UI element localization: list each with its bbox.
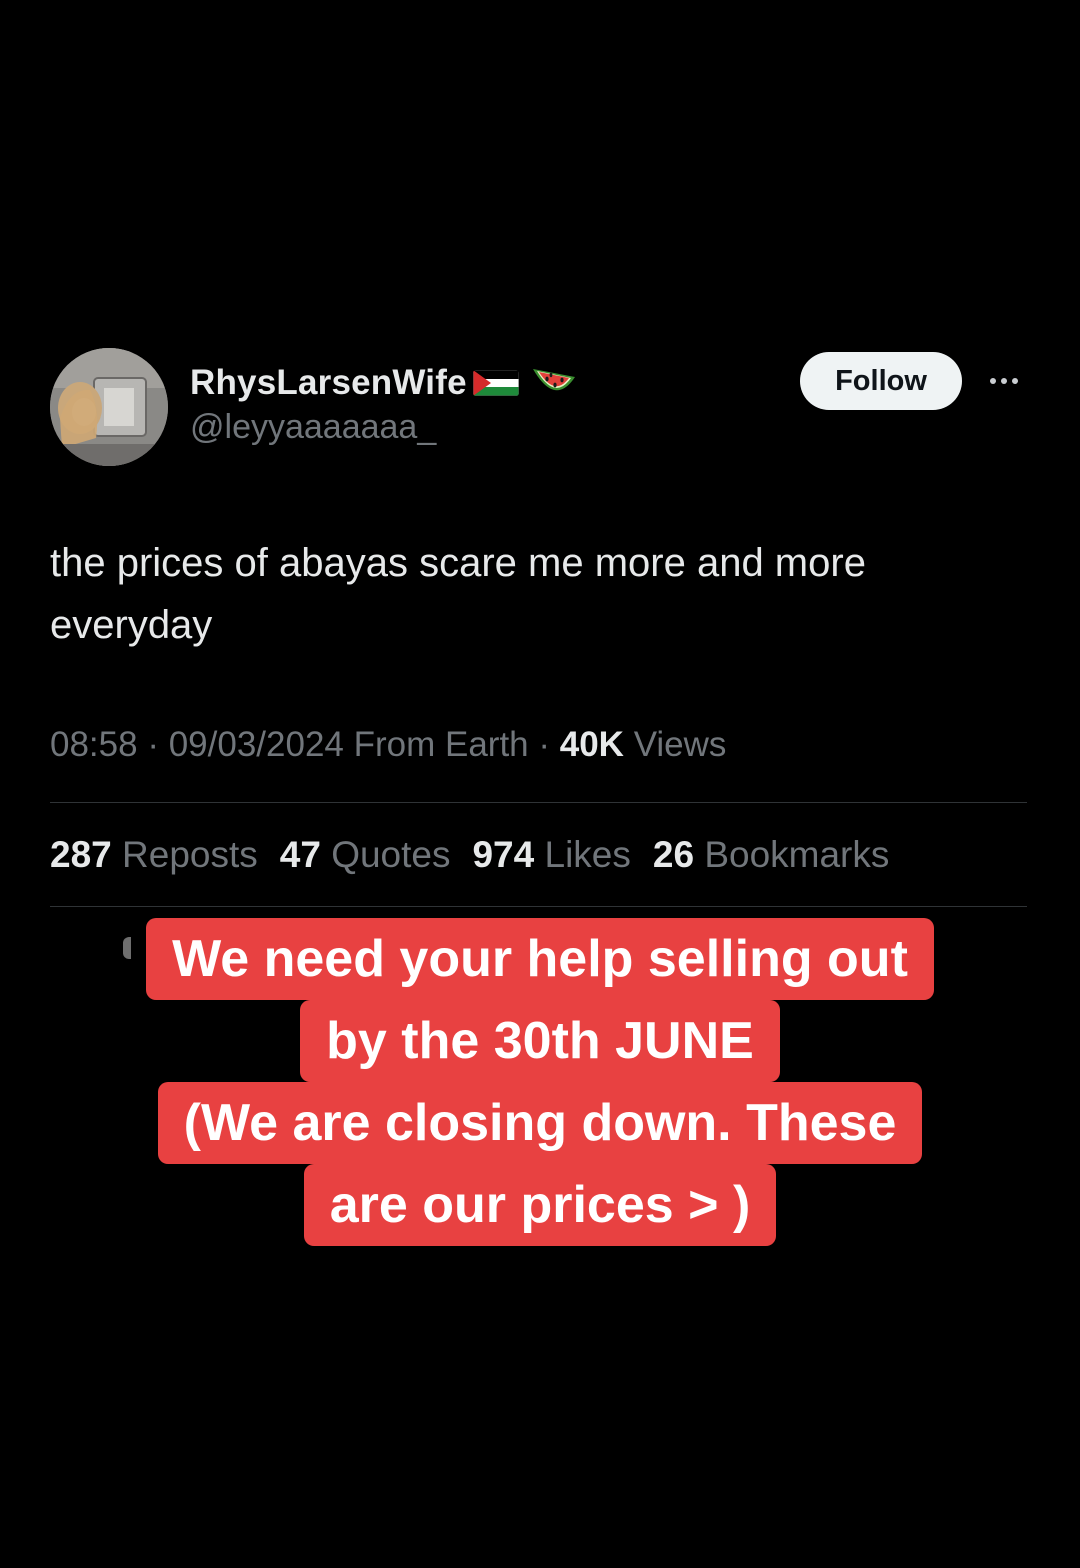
follow-button[interactable]: Follow [800,352,962,410]
display-name[interactable]: RhysLarsenWife [190,363,467,403]
quotes-count: 47 [279,833,321,875]
tweet-date[interactable]: 09/03/2024 [169,725,344,764]
tweet-source: From Earth [343,725,529,764]
views-label: Views [623,725,727,764]
bookmarks-stat[interactable]: 26 Bookmarks [653,834,890,876]
overlay-line: We need your help selling out [0,918,1080,1000]
name-block: RhysLarsenWife @leyyaaaaaaa_ [190,362,579,447]
reposts-count: 287 [50,833,112,875]
views-count: 40K [559,725,624,764]
tweet-time[interactable]: 08:58 [50,725,138,764]
avatar[interactable] [50,348,168,466]
likes-label: Likes [544,833,631,875]
reposts-label: Reposts [122,833,258,875]
quotes-stat[interactable]: 47 Quotes [280,834,451,876]
overlay-text: are our prices > ) [303,1164,777,1246]
promo-overlay: We need your help selling out by the 30t… [0,918,1080,1246]
tweet-header: RhysLarsenWife @leyyaaaaaaa_ Follow [50,346,1027,468]
dot [1001,378,1007,384]
tweet-meta: 08:58 · 09/03/2024 From Earth · 40K View… [50,722,1027,768]
tweet-card: RhysLarsenWife @leyyaaaaaaa_ Follow the … [50,346,1027,907]
engagement-stats: 287 Reposts 47 Quotes 974 Likes 26 Bookm… [50,803,1027,906]
bookmarks-label: Bookmarks [704,833,890,875]
overlay-line: by the 30th JUNE [0,1000,1080,1082]
tweet-text: the prices of abayas scare me more and m… [50,541,866,647]
palestine-flag-icon [472,370,519,396]
overlay-text: We need your help selling out [146,918,934,1000]
bookmarks-count: 26 [652,833,695,875]
overlay-text: by the 30th JUNE [300,1000,780,1082]
more-options-icon[interactable] [984,364,1024,398]
meta-separator: · [528,725,560,764]
reposts-stat[interactable]: 287 Reposts [50,834,258,876]
meta-separator: · [137,725,169,764]
overlay-line: are our prices > ) [0,1164,1080,1246]
likes-count: 974 [472,833,535,875]
overlay-text: (We are closing down. These [157,1082,923,1164]
likes-stat[interactable]: 974 Likes [472,834,630,876]
overlay-line: (We are closing down. These [0,1082,1080,1164]
user-handle[interactable]: @leyyaaaaaaa_ [190,408,579,447]
dot [1012,378,1018,384]
watermelon-icon [529,363,579,403]
quotes-label: Quotes [331,833,451,875]
divider [50,906,1027,907]
dot [990,378,996,384]
display-name-row: RhysLarsenWife [190,362,579,404]
